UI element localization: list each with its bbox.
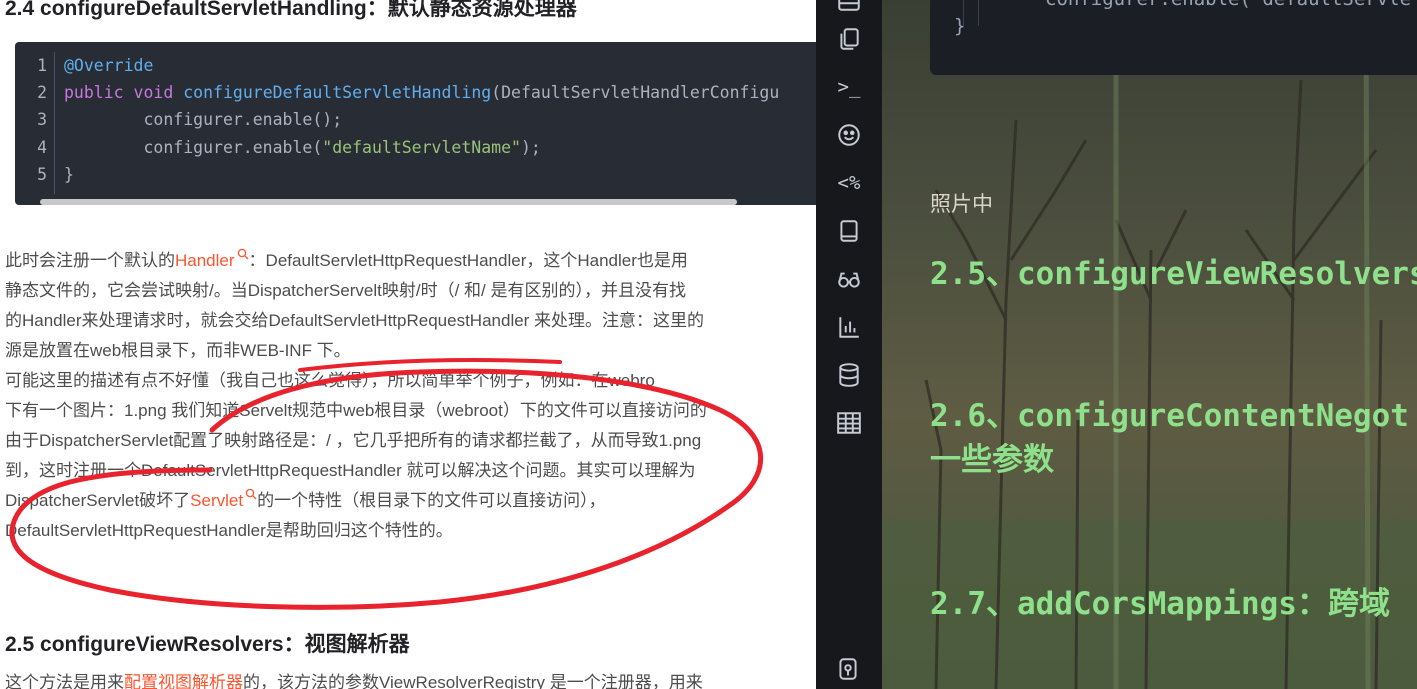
code-line: 2 public void configureDefaultServletHand… [37, 83, 780, 102]
editor-pane: >_ <% configurer.enable("defaultServle [816, 0, 1417, 689]
editor-code-line: configurer.enable("defaultServle [1045, 0, 1411, 10]
article-paragraph-line: 这个方法是用来配置视图解析器的，该方法的参数ViewResolverRegist… [5, 668, 703, 689]
glasses-icon[interactable] [835, 265, 863, 293]
chart-icon[interactable] [835, 313, 863, 341]
panel-icon[interactable] [835, 0, 863, 14]
editor-code-line: } [954, 15, 966, 37]
code-line: 1 @Override [37, 56, 154, 75]
article-paragraph-line: 源是放置在web根目录下，而非WEB-INF 下。 [5, 341, 351, 360]
editor-code-block: configurer.enable("defaultServle } [930, 0, 1417, 75]
activity-bar: >_ <% [816, 0, 882, 689]
code-line: 4 configurer.enable("defaultServletName"… [37, 138, 541, 157]
article-pane: 2.4 configureDefaultServletHandling：默认静态… [0, 0, 816, 689]
files-icon[interactable] [835, 25, 863, 53]
article-paragraph-line: 的Handler来处理请求时，就会交给DefaultServletHttpReq… [5, 311, 705, 330]
handler-keyword-link[interactable]: Handler [175, 248, 249, 270]
code-horizontal-scrollbar[interactable] [40, 199, 737, 205]
markdown-heading-2-6-cont: 一些参数 [930, 442, 1054, 478]
database-icon[interactable] [835, 361, 863, 389]
code-line: 3 configurer.enable(); [37, 110, 343, 129]
search-icon [237, 248, 249, 260]
section-heading-2-4: 2.4 configureDefaultServletHandling：默认静态… [5, 0, 577, 20]
emoji-icon[interactable] [835, 121, 863, 149]
markdown-heading-2-5: 2.5、configureViewResolvers [930, 256, 1417, 292]
code-block: 1 @Override 2 public void configureDefault… [15, 42, 816, 205]
article-paragraph-line: 下有一个图片：1.png 我们知道Servelt规范中web根目录（webroo… [5, 401, 707, 420]
search-icon [245, 488, 257, 500]
scroll-icon[interactable] [835, 656, 863, 684]
article-paragraph-line: 可能这里的描述有点不好懂（我自己也这么觉得），所以简单举个例子，例如：在webr… [5, 371, 655, 390]
terminal-icon[interactable]: >_ [835, 73, 863, 101]
article-paragraph-line: DefaultServletHttpRequestHandler是帮助回归这个特… [5, 521, 453, 540]
code-line: 5} [37, 165, 74, 184]
photo-caption-text: 照片中 [930, 193, 993, 216]
servlet-keyword-link[interactable]: Servlet [190, 488, 257, 510]
table-icon[interactable] [835, 409, 863, 437]
markdown-heading-2-7: 2.7、addCorsMappings：跨域 [930, 586, 1390, 622]
percent-icon[interactable]: <% [835, 169, 863, 197]
view-resolver-link[interactable]: 配置视图解析器 [124, 673, 243, 689]
indent-guide [978, 0, 979, 26]
article-paragraph-line: 此时会注册一个默认的Handler ：DefaultServletHttpRequ… [5, 246, 688, 276]
article-paragraph-line: 到，这时注册一个DefaultServletHttpRequestHandler… [5, 461, 696, 480]
article-paragraph-line: 静态文件的，它会尝试映射/。当DispatcherServelt映射/时（/ 和… [5, 281, 687, 300]
book-icon[interactable] [835, 217, 863, 245]
markdown-heading-2-6: 2.6、configureContentNegot [930, 398, 1409, 434]
article-paragraph-line: DispatcherServlet破坏了Servlet 的一个特性（根目录下的文件… [5, 486, 606, 516]
section-heading-2-5: 2.5 configureViewResolvers：视图解析器 [5, 633, 410, 656]
article-paragraph-line: 由于DispatcherServlet配置了映射路径是：/ ，它几乎把所有的请求… [5, 431, 702, 450]
